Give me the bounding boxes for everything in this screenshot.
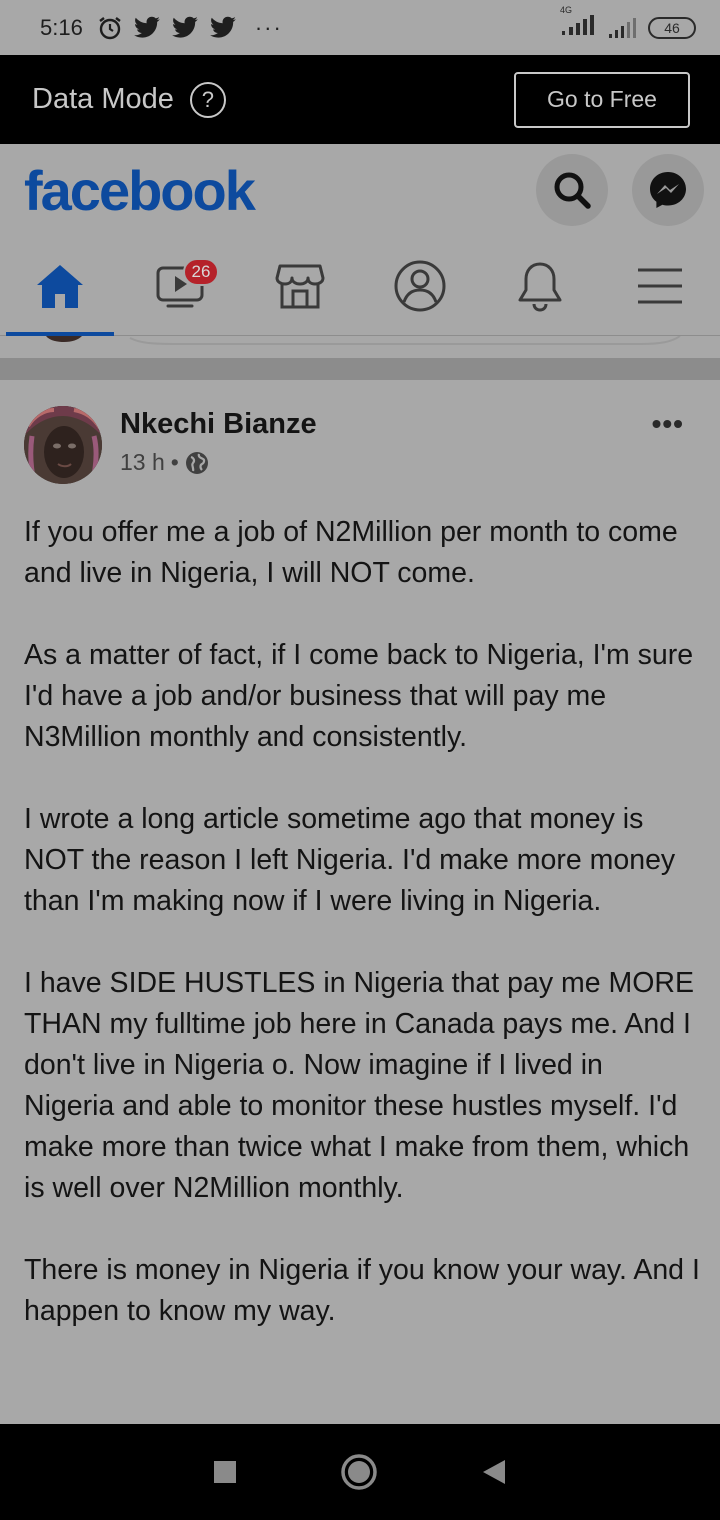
- search-button[interactable]: [536, 154, 608, 226]
- post-paragraph: If you offer me a job of N2Million per m…: [24, 516, 678, 589]
- post-paragraph: As a matter of fact, if I come back to N…: [24, 639, 694, 753]
- menu-icon: [638, 268, 682, 304]
- go-to-free-button[interactable]: Go to Free: [514, 71, 690, 128]
- search-icon: [554, 172, 591, 209]
- post-header: Nkechi Bianze 13 h •: [24, 406, 317, 484]
- previous-post-edge: [0, 335, 720, 358]
- store-icon: [275, 264, 325, 309]
- network-label: 4G: [560, 5, 573, 15]
- signal-icon: [609, 17, 636, 38]
- recents-button[interactable]: [211, 1458, 239, 1486]
- alarm-icon: [99, 16, 121, 39]
- author-name[interactable]: Nkechi Bianze: [120, 408, 317, 441]
- signal-icon: [562, 15, 594, 35]
- battery-icon: 46: [648, 16, 696, 39]
- facebook-logo[interactable]: facebook: [24, 158, 256, 223]
- tab-notifications[interactable]: [480, 236, 600, 336]
- nav-tabs: 26: [0, 236, 720, 336]
- app-header: facebook: [0, 144, 720, 236]
- post-paragraph: There is money in Nigeria if you know yo…: [24, 1254, 700, 1327]
- post-body: If you offer me a job of N2Million per m…: [24, 512, 700, 1373]
- tab-marketplace[interactable]: [240, 236, 360, 336]
- tab-profile[interactable]: [360, 236, 480, 336]
- status-right: 4G 46: [560, 6, 696, 41]
- previous-post-edge-graphic: [46, 335, 681, 345]
- home-icon: [37, 265, 83, 308]
- tab-home[interactable]: [0, 236, 120, 336]
- status-time: 5:16: [40, 14, 83, 40]
- help-icon[interactable]: ?: [189, 81, 226, 118]
- twitter-icon: [171, 16, 198, 38]
- messenger-button[interactable]: [632, 154, 704, 226]
- watch-badge: 26: [183, 258, 219, 286]
- messenger-icon: [650, 172, 686, 208]
- avatar-image: [24, 406, 102, 484]
- post-time-row: 13 h •: [120, 449, 317, 476]
- back-button[interactable]: [479, 1457, 509, 1487]
- data-mode-title: Data Mode: [32, 83, 174, 115]
- tab-watch[interactable]: 26: [120, 236, 240, 336]
- feed-separator: [0, 358, 720, 380]
- bell-icon: [518, 262, 562, 312]
- avatar[interactable]: [24, 406, 102, 484]
- twitter-icon: [133, 16, 160, 38]
- tab-menu[interactable]: [600, 236, 720, 336]
- globe-icon: [185, 451, 208, 474]
- data-mode-bar: Data Mode ? Go to Free: [0, 55, 720, 144]
- header-actions: [536, 154, 704, 226]
- meta-separator: •: [170, 449, 179, 475]
- post-paragraph: I have SIDE HUSTLES in Nigeria that pay …: [24, 967, 695, 1204]
- post-card: Nkechi Bianze 13 h • ••• If you offer me…: [0, 380, 720, 1424]
- home-button[interactable]: [339, 1452, 379, 1492]
- twitter-icon: [209, 16, 236, 38]
- status-icons-left: ···: [97, 15, 283, 41]
- post-meta: Nkechi Bianze 13 h •: [120, 408, 317, 476]
- status-bar: 5:16 ··· 4G 46: [0, 0, 720, 55]
- post-time[interactable]: 13 h: [120, 449, 165, 476]
- profile-icon: [394, 260, 446, 312]
- post-paragraph: I wrote a long article sometime ago that…: [24, 803, 676, 917]
- android-nav-bar: [0, 1424, 720, 1520]
- signal-4g: 4G: [560, 6, 598, 41]
- more-dots-icon: ···: [254, 14, 283, 40]
- post-more-button[interactable]: •••: [652, 408, 684, 440]
